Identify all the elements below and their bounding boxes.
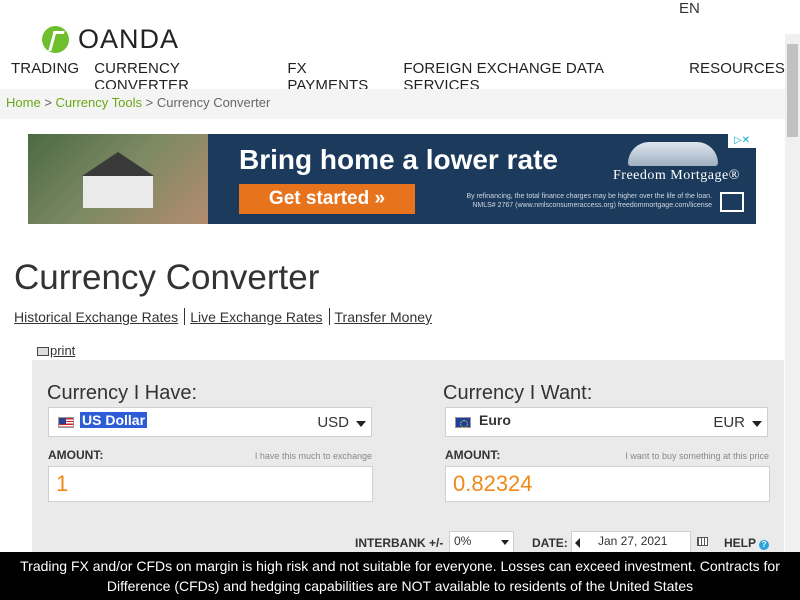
oanda-logo-icon: [42, 26, 69, 53]
breadcrumb-separator: >: [145, 95, 154, 110]
house-icon: [82, 152, 154, 208]
ad-headline: Bring home a lower rate: [239, 144, 558, 175]
currency-want-label: Currency I Want:: [443, 382, 593, 404]
amount-want-input[interactable]: 0.82324: [445, 466, 770, 502]
page-scrollbar[interactable]: [785, 34, 800, 552]
converter-links: Historical Exchange Rates Live Exchange R…: [14, 308, 432, 325]
amount-want-hint: I want to buy something at this price: [625, 451, 769, 461]
interbank-label: INTERBANK +/-: [355, 536, 444, 550]
eu-flag-icon: [455, 417, 471, 428]
scrollbar-thumb[interactable]: [787, 44, 798, 137]
converter-panel: Currency I Have: US Dollar USD AMOUNT: I…: [32, 360, 784, 560]
link-divider: [328, 308, 330, 325]
breadcrumb-currency-tools[interactable]: Currency Tools: [56, 95, 142, 110]
logo-text: OANDA: [78, 24, 180, 54]
ad-brand: Freedom Mortgage®: [613, 168, 740, 183]
chevron-down-icon: [501, 540, 509, 545]
print-link[interactable]: print: [37, 343, 75, 358]
ad-image: [28, 134, 208, 224]
breadcrumb-separator: >: [44, 95, 52, 110]
historical-rates-link[interactable]: Historical Exchange Rates: [14, 309, 178, 325]
amount-have-hint: I have this much to exchange: [254, 451, 372, 461]
amount-want-label: AMOUNT:: [445, 448, 501, 462]
calendar-icon[interactable]: [697, 537, 708, 546]
interbank-select[interactable]: 0%: [449, 531, 514, 553]
language-selector[interactable]: EN: [679, 0, 700, 17]
currency-want-name: Euro: [479, 412, 511, 428]
printer-icon: [37, 347, 49, 356]
breadcrumb-home[interactable]: Home: [6, 95, 41, 110]
oanda-logo[interactable]: OANDA: [42, 24, 179, 55]
interbank-value: 0%: [454, 534, 472, 548]
date-value: Jan 27, 2021: [598, 534, 668, 548]
amount-have-input[interactable]: 1: [48, 466, 373, 502]
chevron-down-icon: [752, 421, 762, 427]
ad-choices-icon[interactable]: ▷✕: [728, 134, 756, 148]
link-divider: [184, 308, 186, 325]
help-link[interactable]: HELP?: [724, 536, 770, 550]
risk-warning-bar: Trading FX and/or CFDs on margin is high…: [0, 552, 800, 600]
page-title: Currency Converter: [14, 258, 320, 297]
question-icon: ?: [759, 540, 770, 550]
equal-housing-icon: [720, 192, 744, 212]
breadcrumb: Home > Currency Tools > Currency Convert…: [0, 89, 785, 119]
currency-have-name: US Dollar: [80, 412, 148, 428]
us-flag-icon: [58, 417, 74, 428]
amount-have-label: AMOUNT:: [48, 448, 104, 462]
currency-want-select[interactable]: Euro EUR: [445, 407, 768, 437]
currency-have-code: USD: [317, 414, 349, 431]
currency-want-code: EUR: [713, 414, 745, 431]
date-input[interactable]: Jan 27, 2021: [571, 531, 691, 553]
advertisement-banner[interactable]: Bring home a lower rate Get started » Fr…: [28, 134, 756, 224]
eagle-icon: [628, 142, 718, 166]
currency-have-label: Currency I Have:: [47, 382, 198, 404]
chevron-down-icon: [356, 421, 366, 427]
help-label: HELP: [724, 536, 757, 550]
live-rates-link[interactable]: Live Exchange Rates: [190, 309, 322, 325]
currency-have-select[interactable]: US Dollar USD: [48, 407, 372, 437]
date-label: DATE:: [532, 536, 568, 550]
ad-get-started-button[interactable]: Get started »: [239, 184, 415, 214]
transfer-money-link[interactable]: Transfer Money: [335, 309, 433, 325]
arrow-left-icon[interactable]: [575, 538, 580, 548]
ad-fine-print: By refinancing, the total finance charge…: [466, 193, 712, 209]
breadcrumb-current: Currency Converter: [156, 95, 271, 110]
print-label: print: [50, 343, 76, 358]
